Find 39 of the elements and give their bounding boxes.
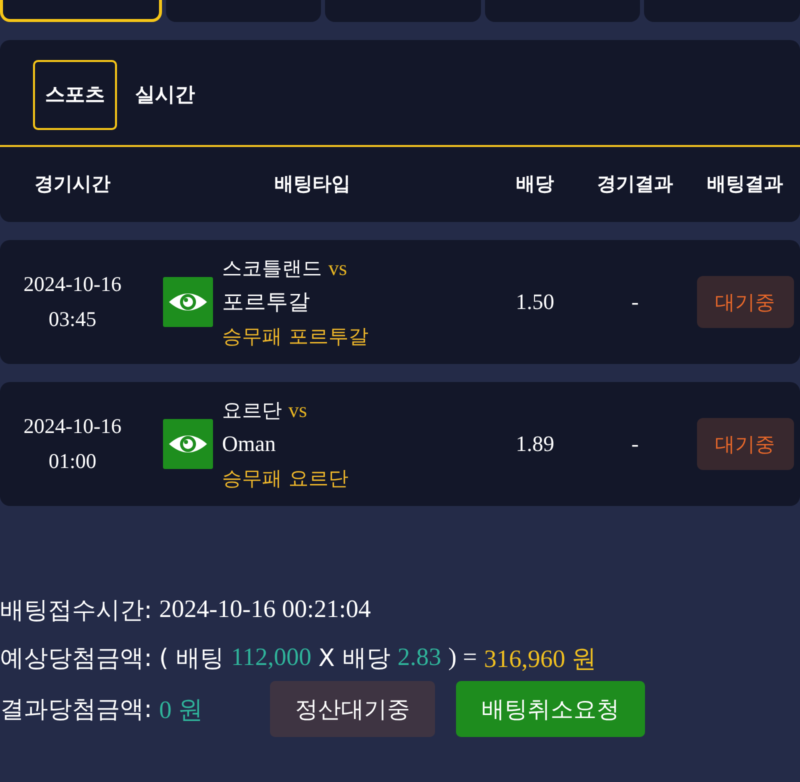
tab[interactable] — [0, 0, 162, 22]
odds-value: 1.50 — [516, 289, 554, 315]
expected-win-label: 예상당첨금액: — [0, 643, 152, 674]
equals-sign: ) = — [448, 644, 477, 672]
expected-payout: 316,960 원 — [484, 644, 596, 674]
match-time: 01:00 — [48, 448, 96, 475]
away-team: 포르투갈 — [222, 288, 311, 316]
stake-amount: 112,000 — [231, 644, 312, 672]
bet-time-label: 배팅접수시간: — [0, 595, 152, 626]
bet-pick: 승무패 요르단 — [222, 465, 348, 492]
column-header: 경기시간 — [34, 172, 110, 196]
home-team: 스코틀랜드 vs — [222, 255, 348, 282]
bet-pick: 승무패 포르투갈 — [222, 323, 368, 350]
odds-value: 1.89 — [516, 431, 554, 457]
odds-label: X 배당 — [318, 643, 390, 674]
result-win-label: 결과당첨금액: — [0, 694, 152, 725]
game-result: - — [631, 431, 639, 457]
total-odds: 2.83 — [398, 644, 442, 672]
category-tab[interactable]: 실시간 — [123, 60, 207, 130]
stake-label: ( 배팅 — [159, 643, 224, 674]
home-team: 요르단 vs — [222, 397, 308, 424]
category-tab[interactable]: 스포츠 — [33, 60, 117, 130]
result-win-amount: 0 원 — [159, 696, 203, 726]
bet-time-value: 2024-10-16 00:21:04 — [159, 596, 371, 624]
away-team: Oman — [222, 430, 277, 458]
game-result: - — [631, 289, 639, 315]
eye-icon[interactable] — [163, 419, 213, 469]
pending-status-badge: 대기중 — [696, 276, 794, 328]
match-date: 2024-10-16 — [24, 413, 122, 440]
match-date: 2024-10-16 — [24, 271, 122, 298]
column-header: 배팅결과 — [707, 172, 783, 196]
column-header: 경기결과 — [597, 172, 673, 196]
column-header: 배팅타입 — [274, 172, 350, 196]
cancel-bet-button[interactable]: 배팅취소요청 — [456, 681, 645, 737]
settlement-pending-button[interactable]: 정산대기중 — [270, 681, 435, 737]
column-header: 배당 — [516, 172, 554, 196]
match-time: 03:45 — [48, 306, 96, 333]
pending-status-badge: 대기중 — [696, 418, 794, 470]
eye-icon[interactable] — [163, 277, 213, 327]
